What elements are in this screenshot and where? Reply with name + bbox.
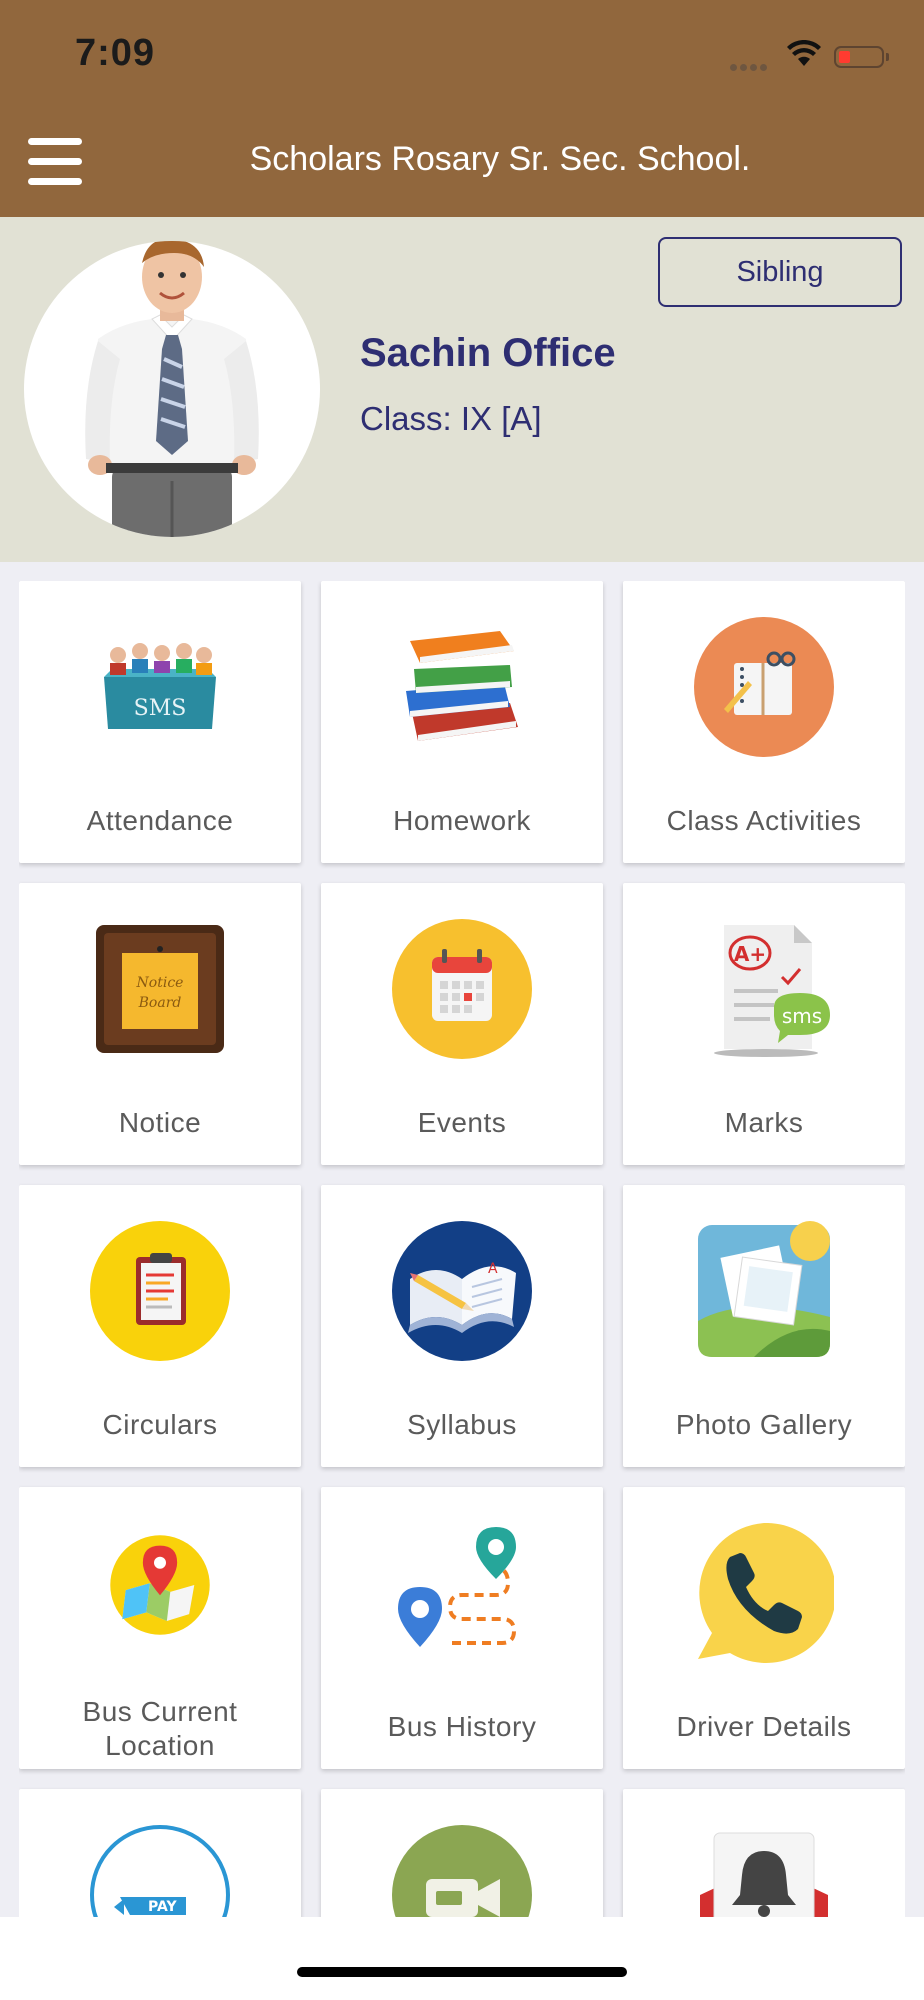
sibling-button[interactable]: Sibling <box>658 237 902 307</box>
tile-label: Bus Current Location <box>82 1696 238 1761</box>
attendance-icon: SMS <box>104 643 216 729</box>
svg-text:sms: sms <box>782 1004 822 1028</box>
tile-label: Bus History <box>387 1711 537 1742</box>
tile-homework[interactable]: Homework <box>321 581 603 863</box>
photos-icon <box>698 1221 830 1357</box>
tile-label: Driver Details <box>676 1711 852 1742</box>
tile-label: Photo Gallery <box>675 1409 853 1440</box>
svg-text:A+: A+ <box>734 942 766 966</box>
notebook-icon <box>694 617 834 757</box>
tile-label: Events <box>417 1107 507 1138</box>
app-title: Scholars Rosary Sr. Sec. School. <box>249 140 751 178</box>
svg-text:A: A <box>488 1261 498 1277</box>
app-header: 7:09 Scholars Rosary Sr. Sec. School. <box>0 0 924 217</box>
svg-text:SMS: SMS <box>134 696 187 721</box>
svg-text:Board: Board <box>138 995 182 1011</box>
svg-text:PAY: PAY <box>148 1899 177 1915</box>
avatar <box>24 241 320 537</box>
pay-icon: PAY <box>90 1825 230 1921</box>
route-icon <box>398 1527 517 1647</box>
tile-pay[interactable]: PAY <box>19 1789 301 1921</box>
menu-grid: SMS Attendance Homework Class Activities… <box>19 581 905 1921</box>
hamburger-menu-icon[interactable] <box>28 138 82 186</box>
map-pin-icon <box>110 1535 210 1635</box>
tile-label: Circulars <box>102 1409 218 1440</box>
notice-board-icon: Notice Board <box>96 925 224 1053</box>
tile-attendance[interactable]: SMS Attendance <box>19 581 301 863</box>
student-photo <box>85 241 259 537</box>
tile-events[interactable]: Events <box>321 883 603 1165</box>
cellular-signal-icon <box>730 64 778 74</box>
tile-bus-history[interactable]: Bus History <box>321 1487 603 1769</box>
student-name: Sachin Office <box>360 331 616 375</box>
tile-video[interactable] <box>321 1789 603 1921</box>
tile-label: Homework <box>393 805 531 836</box>
tile-syllabus[interactable]: A Syllabus <box>321 1185 603 1467</box>
battery-icon <box>834 46 889 68</box>
report-card-icon: A+ sms <box>714 925 830 1057</box>
video-icon <box>392 1825 532 1921</box>
phone-icon <box>698 1523 834 1663</box>
tile-notifications[interactable] <box>623 1789 905 1921</box>
svg-text:Notice: Notice <box>136 975 184 991</box>
tile-notice[interactable]: Notice Board Notice <box>19 883 301 1165</box>
tile-driver-details[interactable]: Driver Details <box>623 1487 905 1769</box>
tile-marks[interactable]: A+ sms Marks <box>623 883 905 1165</box>
student-class: Class: IX [A] <box>360 400 542 437</box>
student-profile-card: Sibling Sachin Office Class: IX [A] <box>0 217 924 562</box>
wifi-icon <box>787 40 821 66</box>
clipboard-icon <box>90 1221 230 1361</box>
calendar-icon <box>392 919 532 1059</box>
status-icons <box>730 38 890 78</box>
tile-bus-current-location[interactable]: Bus Current Location <box>19 1487 301 1769</box>
tile-circulars[interactable]: Circulars <box>19 1185 301 1467</box>
status-time: 7:09 <box>75 32 156 74</box>
tile-label: Class Activities <box>666 805 862 836</box>
tile-photo-gallery[interactable]: Photo Gallery <box>623 1185 905 1467</box>
notification-bell-icon <box>700 1832 828 1921</box>
bottom-safe-area <box>0 1917 924 2000</box>
home-indicator[interactable] <box>297 1967 627 1977</box>
tile-label: Notice <box>118 1107 202 1138</box>
books-icon <box>406 631 518 741</box>
tile-label: Attendance <box>86 805 234 836</box>
open-book-icon: A <box>392 1221 532 1361</box>
tile-class-activities[interactable]: Class Activities <box>623 581 905 863</box>
tile-label: Syllabus <box>407 1409 517 1440</box>
tile-label: Marks <box>724 1107 804 1138</box>
